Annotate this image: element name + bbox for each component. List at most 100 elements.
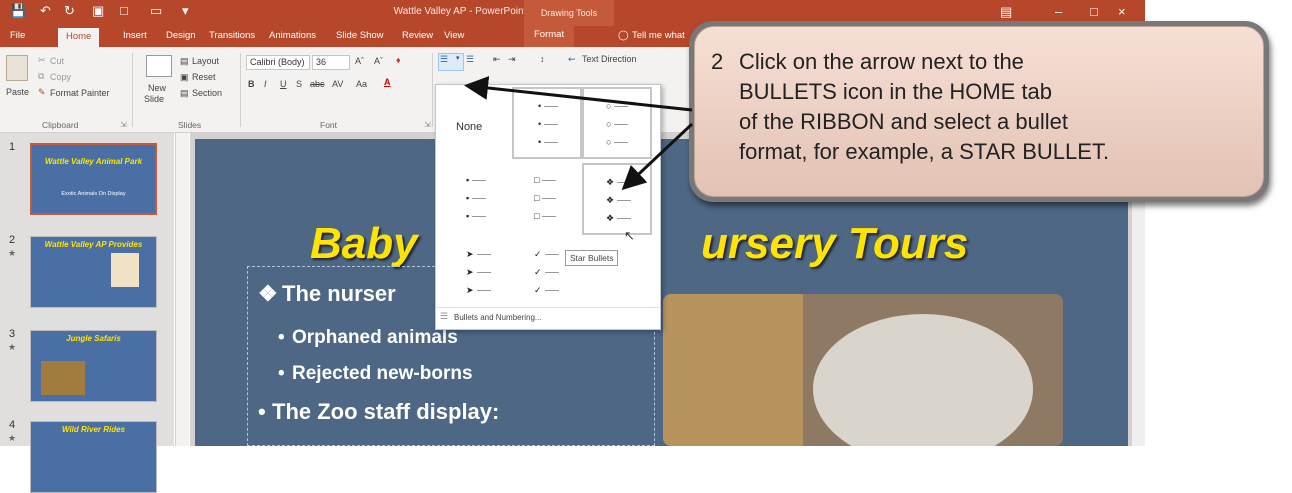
underline-icon[interactable]: U [280, 79, 287, 89]
bullets-numbering-icon: ☰ [440, 311, 449, 321]
bullet-option-none[interactable]: None [456, 121, 482, 133]
thumb-sub-1: Exotic Animals On Display [61, 191, 126, 197]
tab-insert[interactable]: Insert [123, 30, 147, 41]
cut-icon[interactable]: ✂ [38, 55, 46, 66]
line-spacing-icon[interactable]: ↕ [540, 54, 545, 64]
italic-icon[interactable]: I [264, 79, 267, 89]
instruction-callout: 2 Click on the arrow next to the BULLETS … [689, 21, 1269, 202]
clipboard-launcher-icon[interactable]: ⇲ [120, 120, 127, 129]
tab-design[interactable]: Design [166, 30, 196, 41]
bullet-option-star[interactable]: ❖ ❖ ❖ [582, 163, 652, 235]
character-spacing-icon[interactable]: AV [332, 79, 343, 89]
tab-animations[interactable]: Animations [269, 30, 316, 41]
clear-formatting-icon[interactable]: ♦ [396, 55, 401, 65]
maximize-icon[interactable]: □ [1090, 4, 1098, 19]
reset-button[interactable]: Reset [192, 72, 216, 82]
bullet-dot-icon: • [278, 363, 285, 384]
thumb-number-4: 4 [9, 419, 16, 431]
layout-button[interactable]: Layout [192, 56, 219, 66]
tab-format[interactable]: Format [524, 26, 575, 47]
font-launcher-icon[interactable]: ⇲ [424, 120, 431, 129]
bullets-and-numbering-link[interactable]: Bullets and Numbering... [454, 313, 542, 322]
bullets-icon[interactable]: ☰ [440, 54, 448, 65]
tab-slide-show[interactable]: Slide Show [336, 30, 384, 41]
thumb-title-1: Wattle Valley Animal Park [44, 157, 143, 166]
thumb-number-1: 1 [9, 141, 16, 153]
slide-thumbnail-4[interactable]: Wild River Rides [30, 421, 157, 493]
shadow-icon[interactable]: S [296, 79, 302, 89]
slide-thumbnail-2[interactable]: Wattle Valley AP Provides [30, 236, 157, 308]
copy-icon[interactable]: ⧉ [38, 71, 44, 82]
bullet-line-1[interactable]: The nurser [282, 281, 396, 307]
format-painter-button[interactable]: Format Painter [50, 88, 110, 98]
bullet-option-filled-square[interactable]: ▪ ▪ ▪ [442, 163, 512, 235]
bullet-option-checkmark[interactable]: ✓ ✓ ✓ [512, 237, 582, 309]
minimize-icon[interactable]: – [1055, 4, 1062, 19]
tab-view[interactable]: View [444, 30, 464, 41]
document-title: Wattle Valley AP - PowerPoint [393, 6, 527, 17]
bullet-dot-icon: • [258, 399, 266, 424]
bullet-line-2[interactable]: Orphaned animals [292, 327, 458, 349]
text-direction-icon[interactable]: ⇜ [568, 54, 576, 65]
paste-label[interactable]: Paste [6, 87, 29, 97]
slide-thumbnails-panel: 1 Wattle Valley Animal Park Exotic Anima… [0, 133, 174, 493]
paste-icon[interactable] [6, 55, 28, 81]
new-slide-label-2[interactable]: Slide [144, 94, 164, 104]
font-group-label: Font [320, 120, 338, 130]
decrease-indent-icon[interactable]: ⇤ [493, 54, 501, 65]
bold-icon[interactable]: B [248, 79, 255, 89]
strikethrough-icon[interactable]: abc [310, 79, 325, 89]
increase-font-icon[interactable]: Aˆ [355, 56, 364, 66]
tab-home[interactable]: Home [58, 28, 100, 47]
bullet-line-4[interactable]: The Zoo staff display: [272, 399, 499, 425]
thumb-title-2: Wattle Valley AP Provides [44, 240, 143, 249]
section-button[interactable]: Section [192, 88, 222, 98]
numbering-icon[interactable]: ☰ [466, 54, 474, 65]
callout-line-2: BULLETS icon in the HOME tab [739, 79, 1053, 104]
tell-me-box[interactable]: Tell me what [632, 30, 685, 41]
callout-line-4: format, for example, a STAR BULLET. [739, 139, 1110, 164]
new-slide-label[interactable]: New [148, 83, 166, 93]
bullet-option-hollow-square[interactable]: □ □ □ [512, 163, 582, 235]
tab-review[interactable]: Review [402, 30, 433, 41]
tell-me-icon[interactable]: ◯ [618, 30, 629, 41]
copy-button[interactable]: Copy [50, 72, 71, 82]
bullet-option-filled-round[interactable]: • • • [512, 87, 582, 159]
bullets-dropdown-arrow-icon[interactable]: ▾ [456, 54, 460, 62]
slide-photo[interactable] [663, 294, 1063, 446]
change-case-icon[interactable]: Aa [356, 79, 367, 89]
slide-thumbnail-1[interactable]: Wattle Valley Animal Park Exotic Animals… [30, 143, 157, 215]
close-icon[interactable]: × [1118, 4, 1126, 19]
clipboard-group-label: Clipboard [42, 120, 79, 130]
ribbon-display-icon[interactable]: ▤ [1000, 4, 1012, 20]
format-painter-icon[interactable]: ✎ [38, 87, 46, 98]
thumb-number-2: 2 [9, 234, 16, 246]
bullet-option-hollow-round[interactable]: ○ ○ ○ [582, 87, 652, 159]
thumbnails-scrollbar[interactable] [175, 133, 189, 446]
slide-title-right[interactable]: ursery Tours [701, 219, 968, 269]
mouse-pointer-icon: ↖ [624, 228, 635, 243]
callout-step-number: 2 [711, 49, 724, 74]
reset-icon[interactable]: ▣ [180, 72, 189, 83]
decrease-font-icon[interactable]: Aˇ [374, 56, 383, 66]
slide-title-left[interactable]: Baby [310, 219, 418, 269]
text-direction-button[interactable]: Text Direction [582, 54, 637, 64]
drawing-tools-label: Drawing Tools [524, 0, 614, 26]
font-size-box[interactable]: 36 [312, 55, 350, 70]
tab-transitions[interactable]: Transitions [209, 30, 255, 41]
slides-group-label: Slides [178, 120, 202, 130]
star-bullets-tooltip: Star Bullets [565, 250, 619, 266]
font-color-icon[interactable]: A [384, 77, 391, 87]
new-slide-icon[interactable] [146, 55, 172, 77]
cut-button[interactable]: Cut [50, 56, 64, 66]
bullet-option-arrow[interactable]: ➤ ➤ ➤ [442, 237, 512, 309]
slide-thumbnail-3[interactable]: Jungle Safaris [30, 330, 157, 402]
bullet-line-3[interactable]: Rejected new-borns [292, 363, 473, 385]
increase-indent-icon[interactable]: ⇥ [508, 54, 516, 65]
animation-star-icon: ★ [8, 248, 17, 258]
tab-file[interactable]: File [10, 30, 25, 41]
layout-icon[interactable]: ▤ [180, 56, 189, 67]
font-name-box[interactable]: Calibri (Body) [246, 55, 310, 70]
section-icon[interactable]: ▤ [180, 88, 189, 99]
animation-star-icon: ★ [8, 433, 17, 443]
